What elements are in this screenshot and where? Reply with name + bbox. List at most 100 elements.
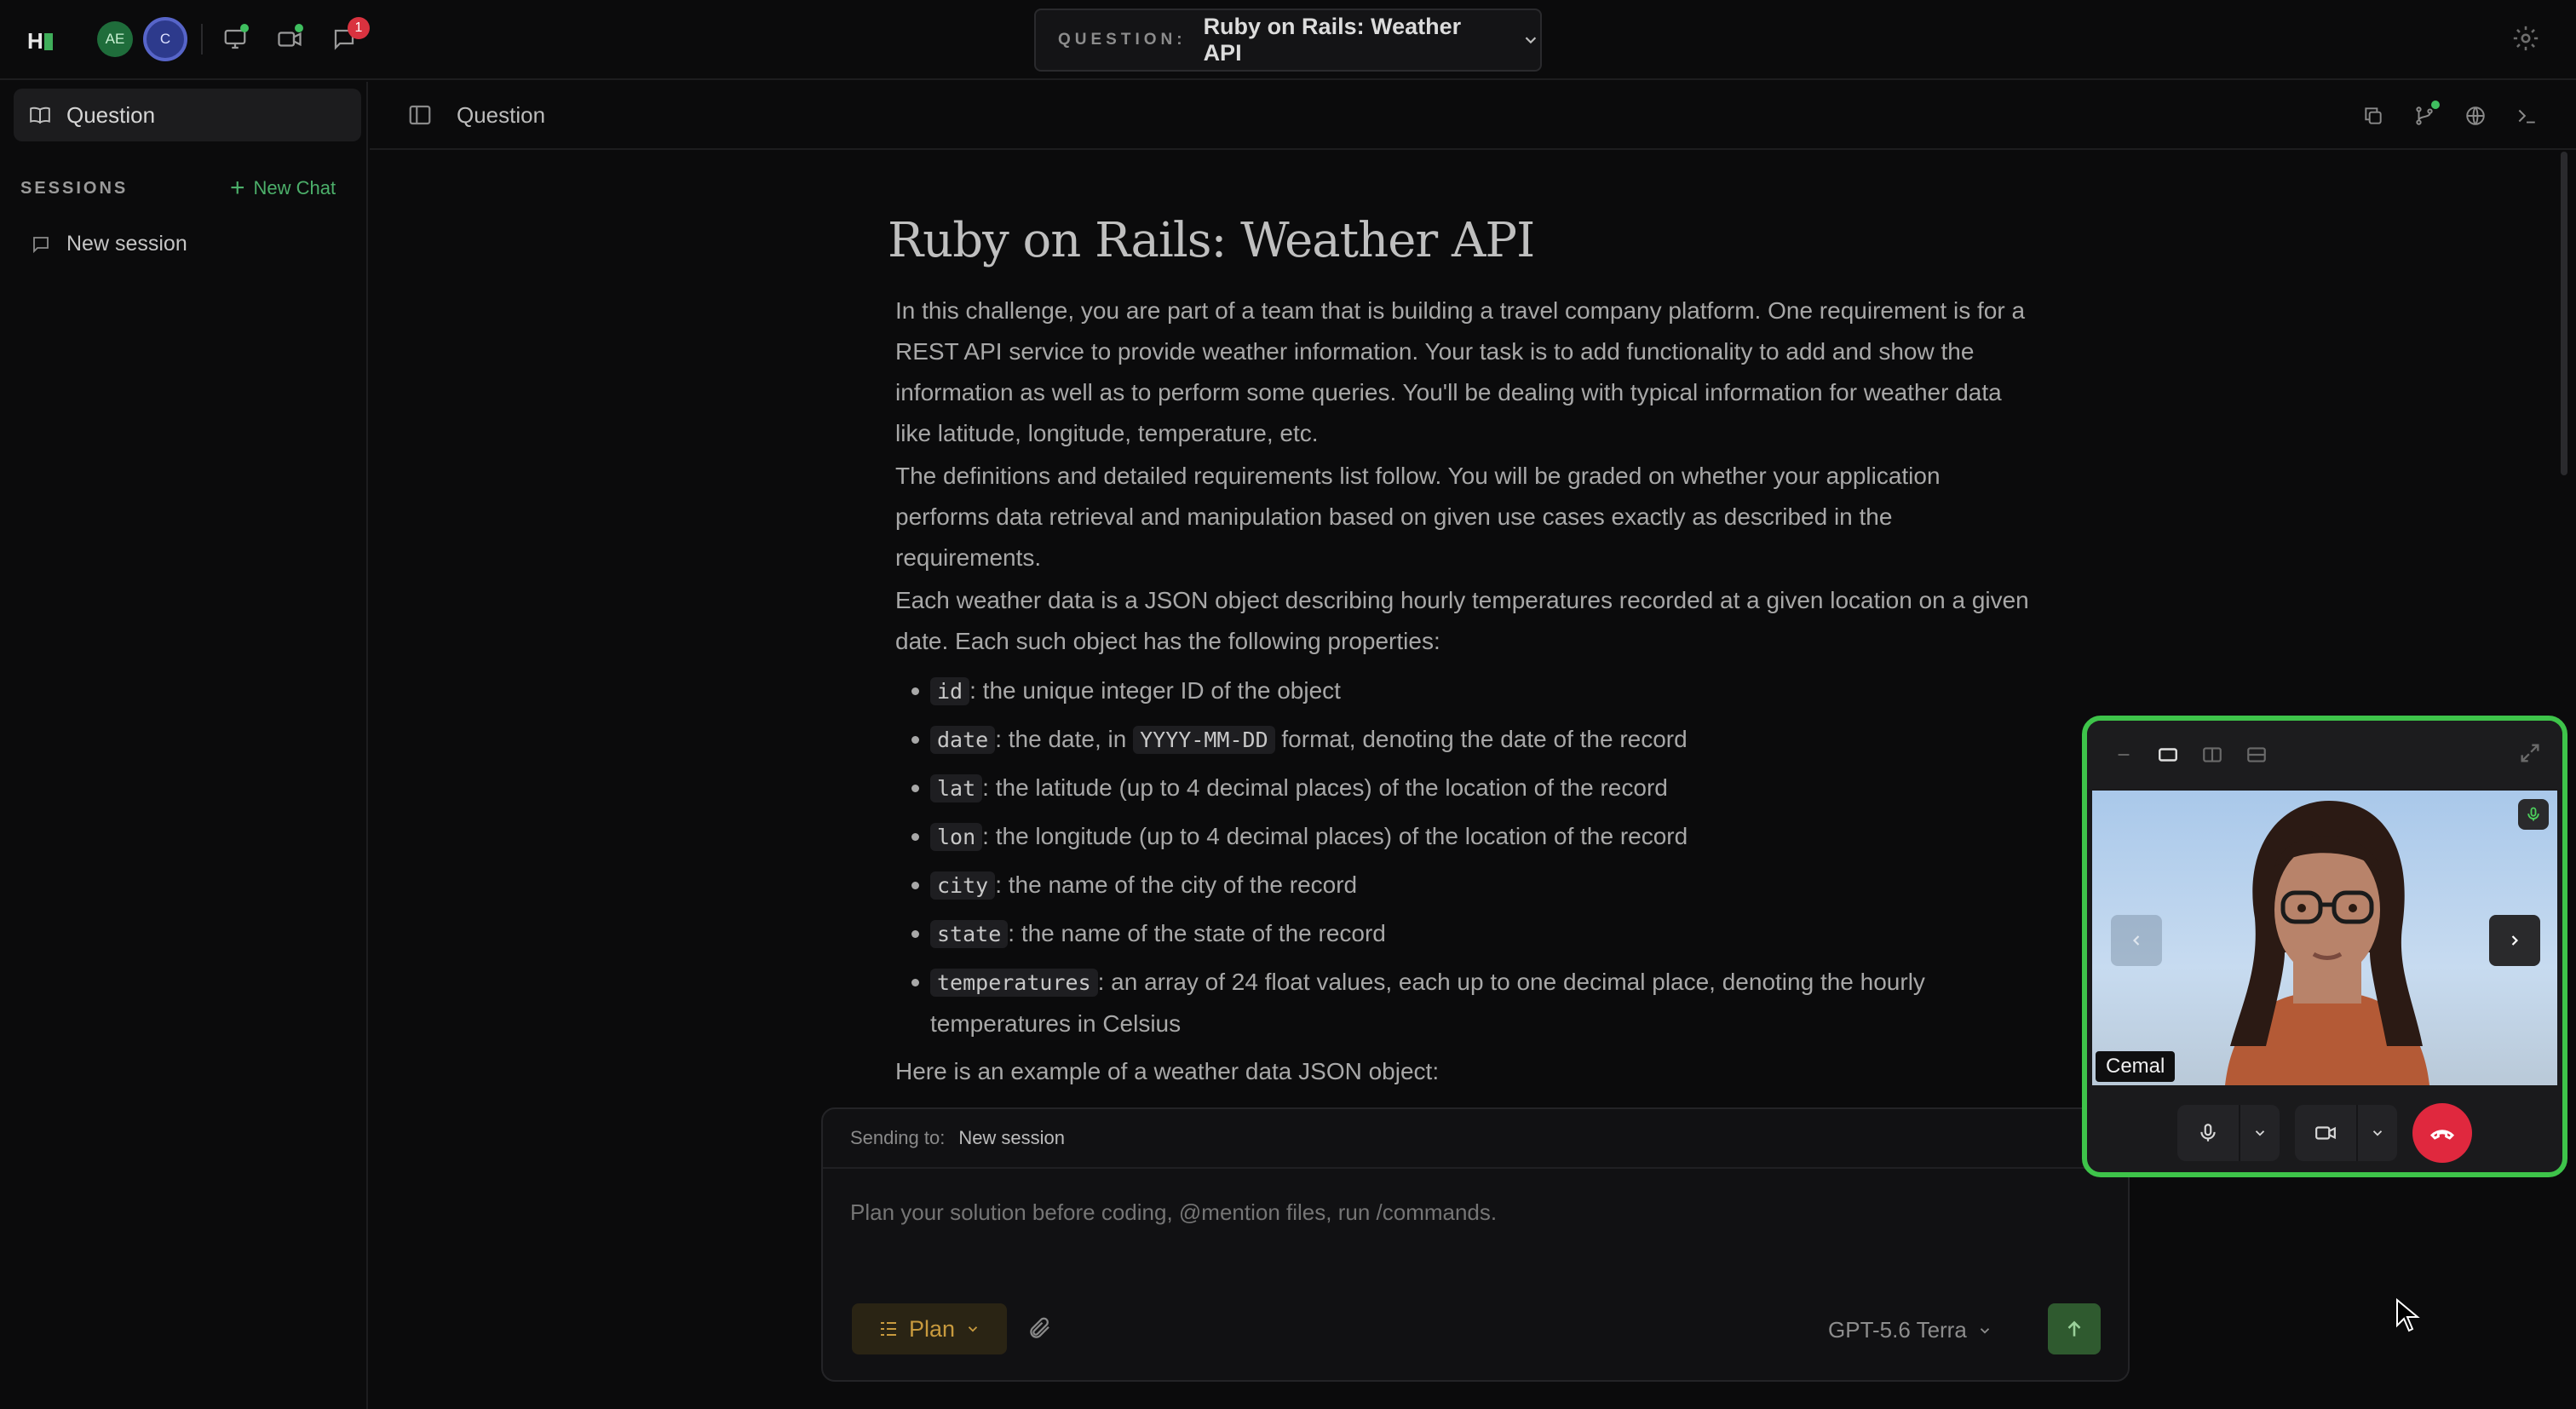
chevron-down-icon: [2372, 1130, 2383, 1136]
property-desc: format, denoting the date of the record: [1274, 726, 1688, 752]
session-item[interactable]: New session: [31, 232, 187, 256]
arrow-up-icon: [2067, 1320, 2081, 1337]
previous-participant-button[interactable]: [2111, 915, 2162, 966]
paperclip-icon[interactable]: [1027, 1315, 1053, 1341]
terminal-button[interactable]: [2511, 101, 2542, 131]
list-item: id: the unique integer ID of the object: [911, 670, 1995, 712]
copy-icon: [2365, 107, 2382, 124]
property-desc: : the latitude (up to 4 decimal places) …: [982, 774, 1668, 801]
top-bar: H AE C 1 QUESTION: Ruby on Rails: Weathe…: [0, 0, 2576, 80]
list-item: state: the name of the state of the reco…: [911, 913, 1995, 955]
window-icon: [2159, 748, 2177, 762]
video-button[interactable]: [273, 22, 307, 56]
chevron-down-icon: [2255, 1130, 2265, 1136]
hang-up-button[interactable]: [2412, 1103, 2472, 1163]
question-selector[interactable]: QUESTION: Ruby on Rails: Weather API: [1034, 9, 1542, 72]
sessions-heading: SESSIONS: [20, 179, 129, 198]
sending-to-value[interactable]: New session: [958, 1127, 1065, 1149]
call-window-controls: [2087, 721, 2562, 789]
layout-single-button[interactable]: [2155, 742, 2181, 768]
gear-icon[interactable]: [2511, 24, 2540, 53]
paragraph: In this challenge, you are part of a tea…: [895, 297, 2026, 446]
code-lat: lat: [930, 774, 983, 802]
status-dot: [240, 24, 249, 32]
message-icon: [33, 236, 49, 253]
avatar-ae[interactable]: AE: [97, 21, 133, 57]
tab-bar: Question: [370, 82, 2576, 150]
rows-icon: [2247, 747, 2266, 762]
sending-to-bar: Sending to: New session: [823, 1109, 2128, 1169]
call-controls: [2087, 1089, 2562, 1172]
document-title: Ruby on Rails: Weather API: [888, 213, 1535, 268]
plus-icon: +: [230, 174, 245, 202]
status-dot: [295, 24, 303, 32]
sending-to-label: Sending to:: [850, 1127, 946, 1148]
question-title: Ruby on Rails: Weather API: [1203, 14, 1462, 66]
screen-share-button[interactable]: [218, 22, 252, 56]
layout-split-horizontal-button[interactable]: [2244, 742, 2269, 768]
sidebar-toggle-icon[interactable]: [407, 102, 433, 128]
chevron-down-icon: [968, 1326, 978, 1332]
camera-button[interactable]: [2295, 1105, 2358, 1161]
sidebar-item-question[interactable]: Question: [14, 89, 361, 141]
participant-mic-indicator: [2518, 799, 2549, 830]
session-label: New session: [66, 232, 187, 256]
paragraph: Each weather data is a JSON object descr…: [895, 587, 2029, 654]
expand-icon[interactable]: [2518, 741, 2542, 765]
paragraph: Here is an example of a weather data JSO…: [895, 1058, 1440, 1084]
plan-mode-label: Plan: [908, 1315, 956, 1342]
book-icon: [30, 106, 50, 124]
property-desc: : the date, in: [995, 726, 1134, 752]
tab-title: Question: [457, 102, 546, 128]
new-chat-button[interactable]: + New Chat: [230, 174, 336, 202]
participant-video: Cemal: [2092, 791, 2557, 1085]
chevron-down-icon: [1980, 1327, 1989, 1334]
participant-image: [2225, 801, 2429, 1085]
property-desc: : the unique integer ID of the object: [969, 677, 1341, 704]
property-desc: : the longitude (up to 4 decimal places)…: [982, 823, 1688, 849]
send-button[interactable]: [2048, 1303, 2101, 1354]
app-logo[interactable]: H: [27, 28, 53, 55]
code-city: city: [930, 871, 996, 900]
list-icon: [880, 1322, 896, 1336]
question-label: QUESTION:: [1058, 31, 1187, 49]
prompt-input[interactable]: [850, 1199, 2043, 1226]
code-id: id: [930, 677, 970, 705]
list-item: lon: the longitude (up to 4 decimal plac…: [911, 816, 1995, 858]
chat-composer: Sending to: New session Plan GPT-5.6 Ter…: [821, 1107, 2130, 1382]
code-date-format: YYYY-MM-DD: [1133, 726, 1275, 754]
code-temperatures: temperatures: [930, 969, 1098, 997]
plan-mode-button[interactable]: Plan: [852, 1303, 1007, 1354]
model-label: GPT-5.6 Terra: [1828, 1317, 1967, 1343]
property-desc: : the name of the state of the record: [1008, 920, 1386, 946]
sidebar: Question SESSIONS + New Chat New session: [0, 82, 368, 1409]
minus-icon: [2118, 754, 2130, 756]
columns-icon: [2203, 747, 2222, 762]
list-item: city: the name of the city of the record: [911, 865, 1995, 906]
chevron-right-icon: [2511, 935, 2519, 946]
mic-control: [2177, 1105, 2280, 1161]
next-participant-button[interactable]: [2489, 915, 2540, 966]
sidebar-item-label: Question: [66, 101, 156, 128]
microphone-icon: [2527, 807, 2539, 821]
globe-icon: [2466, 106, 2485, 125]
logo-mark: [43, 33, 53, 50]
status-dot: [2431, 101, 2440, 109]
camera-options-button[interactable]: [2358, 1105, 2397, 1161]
layout-split-vertical-button[interactable]: [2199, 742, 2225, 768]
model-selector[interactable]: GPT-5.6 Terra: [1828, 1317, 1992, 1343]
copy-button[interactable]: [2358, 101, 2389, 131]
git-branch-button[interactable]: [2409, 101, 2440, 131]
avatar-c[interactable]: C: [143, 17, 187, 61]
mic-options-button[interactable]: [2240, 1105, 2280, 1161]
mute-button[interactable]: [2177, 1105, 2240, 1161]
minimize-button[interactable]: [2111, 742, 2136, 768]
mouse-cursor-icon: [2396, 1298, 2420, 1332]
scrollbar-thumb[interactable]: [2561, 152, 2567, 475]
code-lon: lon: [930, 823, 983, 851]
divider: [201, 24, 203, 55]
terminal-icon: [2518, 109, 2535, 124]
browser-button[interactable]: [2460, 101, 2491, 131]
list-item: date: the date, in YYYY-MM-DD format, de…: [911, 719, 1995, 761]
notifications-button[interactable]: 1: [327, 17, 370, 56]
